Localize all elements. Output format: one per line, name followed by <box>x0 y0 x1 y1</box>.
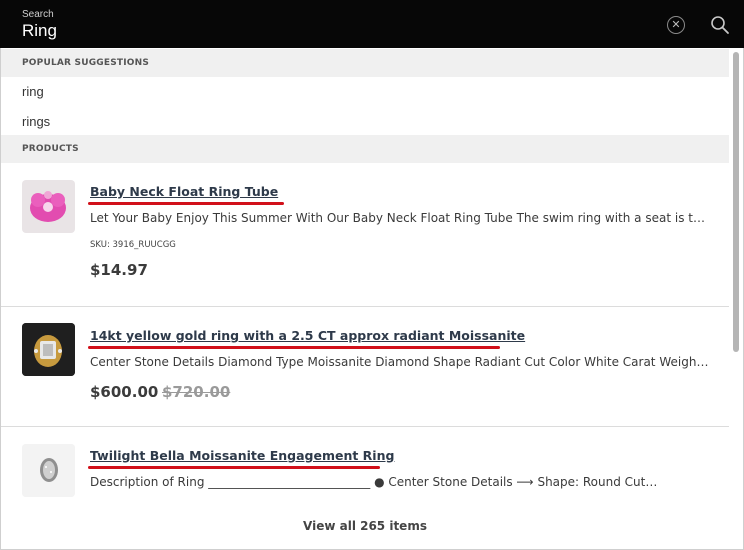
product-thumbnail <box>22 323 75 376</box>
product-thumbnail <box>22 180 75 233</box>
results-list: POPULAR SUGGESTIONS ring rings PRODUCTS … <box>1 48 729 549</box>
search-header: Search Ring ✕ <box>0 0 744 48</box>
product-sku: SKU: 3916_RUUCGG <box>90 240 176 250</box>
product-original-price: $720.00 <box>162 383 231 401</box>
product-title[interactable]: 14kt yellow gold ring with a 2.5 CT appr… <box>90 328 525 343</box>
product-description: Description of Ring ____________________… <box>90 475 658 489</box>
close-icon: ✕ <box>671 18 681 31</box>
products-header: PRODUCTS <box>1 135 729 163</box>
popular-suggestions-header: POPULAR SUGGESTIONS <box>1 49 729 77</box>
product-price: $14.97 <box>90 261 148 279</box>
highlight-underline <box>88 466 380 469</box>
suggestion-item[interactable]: rings <box>22 114 50 129</box>
product-description: Let Your Baby Enjoy This Summer With Our… <box>90 211 712 225</box>
search-label: Search <box>22 9 54 20</box>
search-icon <box>711 16 729 34</box>
product-title[interactable]: Baby Neck Float Ring Tube <box>90 184 278 199</box>
search-results-panel: POPULAR SUGGESTIONS ring rings PRODUCTS … <box>0 48 744 550</box>
view-all-link[interactable]: View all 265 items <box>1 510 729 549</box>
highlight-underline <box>88 346 500 349</box>
search-button[interactable] <box>710 15 730 35</box>
scrollbar-thumb[interactable] <box>733 52 739 352</box>
clear-search-button[interactable]: ✕ <box>667 16 685 34</box>
product-item[interactable]: 14kt yellow gold ring with a 2.5 CT appr… <box>1 307 729 427</box>
product-description: Center Stone Details Diamond Type Moissa… <box>90 355 712 369</box>
product-item[interactable]: Baby Neck Float Ring Tube Let Your Baby … <box>1 163 729 307</box>
product-item[interactable]: Twilight Bella Moissanite Engagement Rin… <box>1 427 729 517</box>
product-thumbnail <box>22 444 75 497</box>
search-input[interactable]: Ring <box>22 21 57 41</box>
highlight-underline <box>88 202 284 205</box>
scrollbar[interactable] <box>731 52 741 546</box>
product-title[interactable]: Twilight Bella Moissanite Engagement Rin… <box>90 448 394 463</box>
suggestion-item[interactable]: ring <box>22 84 44 99</box>
product-price: $600.00 <box>90 383 159 401</box>
